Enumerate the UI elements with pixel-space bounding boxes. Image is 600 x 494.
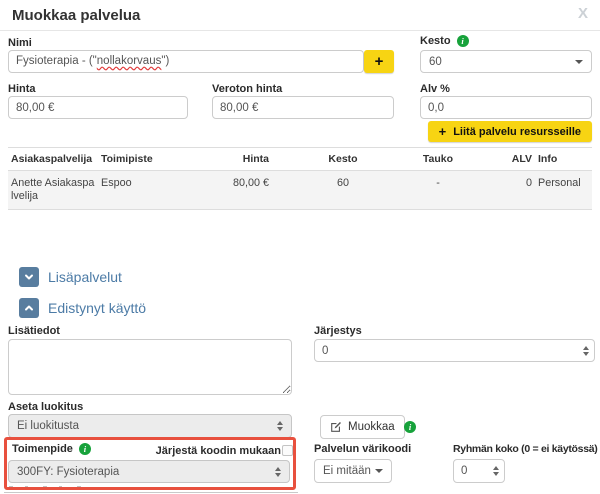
cell-alv: 0 [462,171,535,210]
toggle-lisapalvelut[interactable]: Lisäpalvelut [19,267,122,287]
taxfree-price-input[interactable] [212,96,394,119]
col-toimipiste: Toimipiste [98,148,190,171]
plus-icon: + [439,124,447,139]
col-tauko: Tauko [414,148,462,171]
order-label: Järjestys [314,325,362,337]
close-icon[interactable]: X [578,5,588,22]
toggle-edistynyt[interactable]: Edistynyt käyttö [19,298,146,318]
table-row: Anette Asiakaspalvelija Espoo 80,00 € 60… [8,171,592,210]
vat-label: Alv % [420,83,450,95]
order-input[interactable] [314,339,595,362]
cell-hinta: 80,00 € [190,171,272,210]
notes-textarea[interactable] [8,339,292,395]
name-value-misspelled: nollakorvaus [97,55,162,67]
name-value-suffix: ") [161,55,169,67]
sort-by-code-checkbox[interactable] [282,445,293,456]
toggle-edistynyt-label[interactable]: Edistynyt käyttö [48,300,146,316]
pencil-square-icon [330,421,342,433]
header-divider [0,30,600,31]
cell-info: Personal [535,171,592,210]
taxfree-price-label: Veroton hinta [212,83,282,95]
col-asiakaspalvelija: Asiakaspalvelija [8,148,98,171]
order-input-wrap [314,339,595,362]
color-code-label: Palvelun värikoodi [314,443,411,455]
price-input[interactable] [8,96,188,119]
stepper-icon[interactable] [583,346,589,356]
col-kesto: Kesto [272,148,414,171]
cell-asiakaspalvelija: Anette Asiakaspalvelija [8,171,98,210]
col-hinta: Hinta [190,148,272,171]
name-label: Nimi [8,37,32,49]
chevron-down-icon [575,60,583,64]
col-info: Info [535,148,592,171]
info-icon[interactable]: i [404,421,416,433]
chevron-up-icon[interactable] [19,298,39,318]
procedure-select[interactable]: 300FY: Fysioterapia [8,460,290,483]
add-name-button[interactable]: + [364,50,394,73]
duration-label: Kesto [420,35,451,47]
vat-input[interactable] [420,96,592,119]
service-name-input[interactable]: Fysioterapia - ("nollakorvaus") [8,50,364,73]
procedure-value: 300FY: Fysioterapia [17,466,119,478]
attach-service-button[interactable]: + Liitä palvelu resursseille [428,121,592,142]
attach-service-label: Liitä palvelu resursseille [453,126,581,138]
stepper-icon[interactable] [493,466,499,476]
divider [4,492,298,493]
sort-by-code-label: Järjestä koodin mukaan [156,445,281,457]
clipped-text [9,486,81,489]
group-size-input-wrap [453,459,505,483]
edit-button-label: Muokkaa [348,421,395,433]
table-header-row: Asiakaspalvelija Toimipiste Hinta Kesto … [8,148,592,171]
duration-select[interactable]: 60 [420,50,592,73]
cell-kesto: 60 [272,171,414,210]
color-code-value: Ei mitään [323,465,371,477]
cell-tauko: - [414,171,462,210]
color-code-select[interactable]: Ei mitään [314,459,392,483]
notes-label: Lisätiedot [8,325,60,337]
info-icon[interactable]: i [79,443,91,455]
stepper-icon [277,421,283,431]
modal-title: Muokkaa palvelua [12,7,140,24]
col-alv: ALV [462,148,535,171]
toggle-lisapalvelut-label[interactable]: Lisäpalvelut [48,269,122,285]
chevron-down-icon [375,469,383,473]
group-size-label: Ryhmän koko (0 = ei käytössä) [453,443,598,455]
info-icon[interactable]: i [457,35,469,47]
procedure-label: Toimenpide [12,443,73,455]
classification-value: Ei luokitusta [17,420,79,432]
stepper-icon [275,467,281,477]
edit-service-modal: Muokkaa palvelua X Nimi Fysioterapia - (… [0,0,600,494]
duration-value: 60 [429,56,442,68]
classification-select[interactable]: Ei luokitusta [8,414,292,438]
plus-icon: + [375,53,384,70]
name-value-prefix: Fysioterapia - (" [16,55,97,67]
classification-label: Aseta luokitus [8,401,83,413]
price-label: Hinta [8,83,36,95]
chevron-down-icon[interactable] [19,267,39,287]
resources-table: Asiakaspalvelija Toimipiste Hinta Kesto … [8,147,592,210]
cell-toimipiste: Espoo [98,171,190,210]
edit-button[interactable]: Muokkaa [320,415,405,439]
